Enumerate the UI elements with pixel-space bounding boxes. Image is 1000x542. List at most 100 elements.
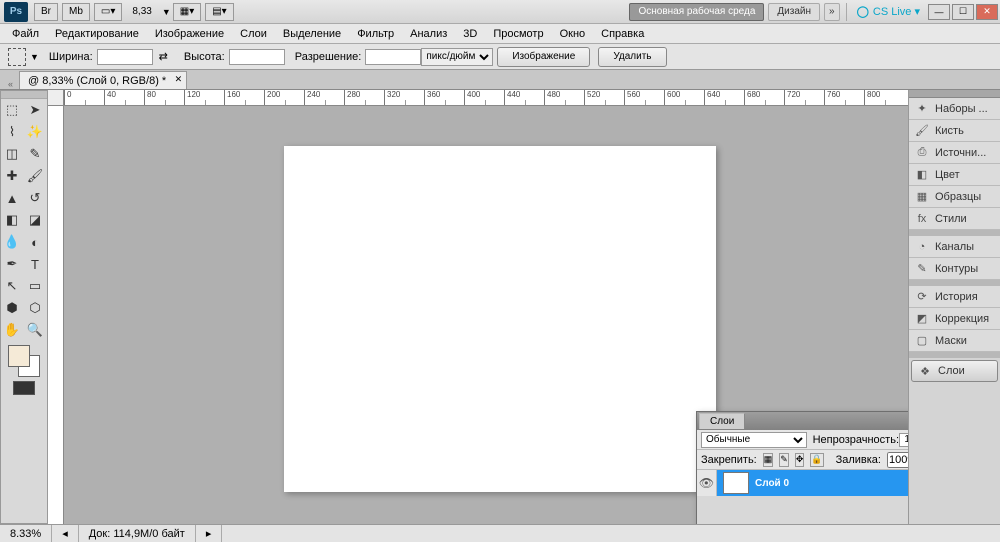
hand-tool[interactable]: ✋	[1, 319, 23, 341]
window-max-button[interactable]: ☐	[952, 4, 974, 20]
resolution-label: Разрешение:	[295, 51, 362, 63]
tool-preset-dropdown-icon[interactable]: ▼	[30, 52, 39, 62]
tools-handle[interactable]	[1, 91, 47, 99]
bridge-button[interactable]: Br	[34, 3, 58, 21]
status-nav-right-icon[interactable]: ▸	[196, 525, 223, 542]
pen-tool[interactable]: ✒	[1, 253, 23, 275]
window-min-button[interactable]: —	[928, 4, 950, 20]
panel-color[interactable]: ◧Цвет	[909, 164, 1000, 186]
panel-clone-source[interactable]: ⎙Источни...	[909, 142, 1000, 164]
heal-tool[interactable]: ✚	[1, 165, 23, 187]
clear-button[interactable]: Удалить	[598, 47, 666, 67]
swap-dims-icon[interactable]: ⇄	[159, 50, 168, 63]
3d-tool[interactable]: ⬢	[1, 297, 23, 319]
panel-presets[interactable]: ✦Наборы ...	[909, 98, 1000, 120]
zoom-readout[interactable]: 8,33	[126, 3, 157, 21]
status-zoom[interactable]: 8.33%	[0, 525, 52, 542]
document-canvas[interactable]	[284, 146, 716, 492]
lock-position-icon[interactable]: ✥	[795, 453, 805, 467]
tab-scroll-left-icon[interactable]: «	[8, 79, 13, 89]
panel-swatches[interactable]: ▦Образцы	[909, 186, 1000, 208]
ruler-horizontal[interactable]: 0408012016020024028032036040044048052056…	[64, 90, 908, 106]
eraser-tool[interactable]: ◧	[1, 209, 23, 231]
layers-panel-collapse-icon[interactable]: ▸▸	[907, 416, 908, 427]
ruler-vertical[interactable]	[48, 106, 64, 524]
history-brush-tool[interactable]: ↺	[24, 187, 46, 209]
crop-tool-icon[interactable]	[8, 48, 26, 66]
close-tab-icon[interactable]: ✕	[175, 74, 183, 85]
layer-name[interactable]: Слой 0	[755, 478, 789, 489]
extras-button[interactable]: ▤▾	[205, 3, 233, 21]
menu-file[interactable]: Файл	[4, 26, 47, 42]
height-input[interactable]	[229, 49, 285, 65]
3d-camera-tool[interactable]: ⬡	[24, 297, 46, 319]
wand-tool[interactable]: ✨	[24, 121, 46, 143]
width-input[interactable]	[97, 49, 153, 65]
menu-view[interactable]: Просмотр	[485, 26, 551, 42]
zoom-tool[interactable]: 🔍	[24, 319, 46, 341]
lock-brush-icon[interactable]: ✎	[779, 453, 789, 467]
opacity-input[interactable]	[899, 433, 908, 447]
lock-all-icon[interactable]: 🔒	[810, 453, 823, 467]
layers-panel-tab[interactable]: Слои	[699, 413, 745, 429]
brush-tool[interactable]: 🖌	[24, 165, 46, 187]
fill-label: Заливка:	[836, 454, 881, 466]
menu-help[interactable]: Справка	[593, 26, 652, 42]
menu-layers[interactable]: Слои	[232, 26, 275, 42]
front-image-button[interactable]: Изображение	[497, 47, 590, 67]
gradient-tool[interactable]: ◪	[24, 209, 46, 231]
panel-paths[interactable]: ✎Контуры	[909, 258, 1000, 280]
menu-3d[interactable]: 3D	[455, 26, 485, 42]
workspace-design[interactable]: Дизайн	[768, 3, 820, 21]
quickmask-toggle[interactable]	[13, 381, 35, 395]
window-close-button[interactable]: ✕	[976, 4, 998, 20]
eyedropper-tool[interactable]: ✎	[24, 143, 46, 165]
screen-mode-button[interactable]: ▭▾	[94, 3, 122, 21]
layer-thumbnail[interactable]	[723, 472, 749, 494]
panel-brush[interactable]: 🖌Кисть	[909, 120, 1000, 142]
arrow-tool[interactable]: ➤	[24, 99, 46, 121]
dodge-tool[interactable]: ◐	[24, 231, 46, 253]
panel-adjustments[interactable]: ◩Коррекция	[909, 308, 1000, 330]
panel-layers[interactable]: ❖Слои	[911, 360, 998, 382]
status-nav-left-icon[interactable]: ◂	[52, 525, 79, 542]
panel-channels[interactable]: ◔Каналы	[909, 236, 1000, 258]
resolution-unit-select[interactable]: пикс/дюйм	[421, 48, 493, 66]
presets-icon: ✦	[915, 102, 929, 116]
path-tool[interactable]: ↖	[1, 275, 23, 297]
panel-history[interactable]: ⟳История	[909, 286, 1000, 308]
menu-edit[interactable]: Редактирование	[47, 26, 147, 42]
menu-image[interactable]: Изображение	[147, 26, 232, 42]
workspace-more[interactable]: »	[824, 3, 840, 21]
workspace-essentials[interactable]: Основная рабочая среда	[629, 3, 764, 21]
menu-select[interactable]: Выделение	[275, 26, 349, 42]
move-tool[interactable]: ⬚	[1, 99, 23, 121]
zoom-down-icon[interactable]: ▼	[162, 7, 171, 17]
document-tab[interactable]: @ 8,33% (Слой 0, RGB/8) * ✕	[19, 71, 187, 89]
cslive-menu[interactable]: CS Live ▾	[857, 5, 920, 18]
lasso-tool[interactable]: ⌇	[1, 121, 23, 143]
fg-color-swatch[interactable]	[8, 345, 30, 367]
blur-tool[interactable]: 💧	[1, 231, 23, 253]
resolution-input[interactable]	[365, 49, 421, 65]
panel-masks[interactable]: ▢Маски	[909, 330, 1000, 352]
status-doc-info[interactable]: Док: 114,9M/0 байт	[79, 525, 196, 542]
color-swatches[interactable]	[8, 345, 40, 377]
menu-filter[interactable]: Фильтр	[349, 26, 402, 42]
crop-tool[interactable]: ◫	[1, 143, 23, 165]
arrange-button[interactable]: ▦▾	[173, 3, 201, 21]
minibridge-button[interactable]: Mb	[62, 3, 90, 21]
menu-window[interactable]: Окно	[552, 26, 594, 42]
type-tool[interactable]: T	[24, 253, 46, 275]
shape-tool[interactable]: ▭	[24, 275, 46, 297]
ruler-origin[interactable]	[48, 90, 64, 106]
stamp-tool[interactable]: ▲	[1, 187, 23, 209]
menu-analysis[interactable]: Анализ	[402, 26, 455, 42]
lock-pixels-icon[interactable]: ▦	[763, 453, 774, 467]
fill-input[interactable]	[887, 452, 908, 468]
dock-handle[interactable]	[909, 90, 1000, 98]
blend-mode-select[interactable]: Обычные	[701, 432, 807, 448]
layer-row[interactable]: 👁 Слой 0	[697, 470, 908, 496]
panel-styles[interactable]: fxСтили	[909, 208, 1000, 230]
layer-visibility-icon[interactable]: 👁	[697, 470, 717, 496]
